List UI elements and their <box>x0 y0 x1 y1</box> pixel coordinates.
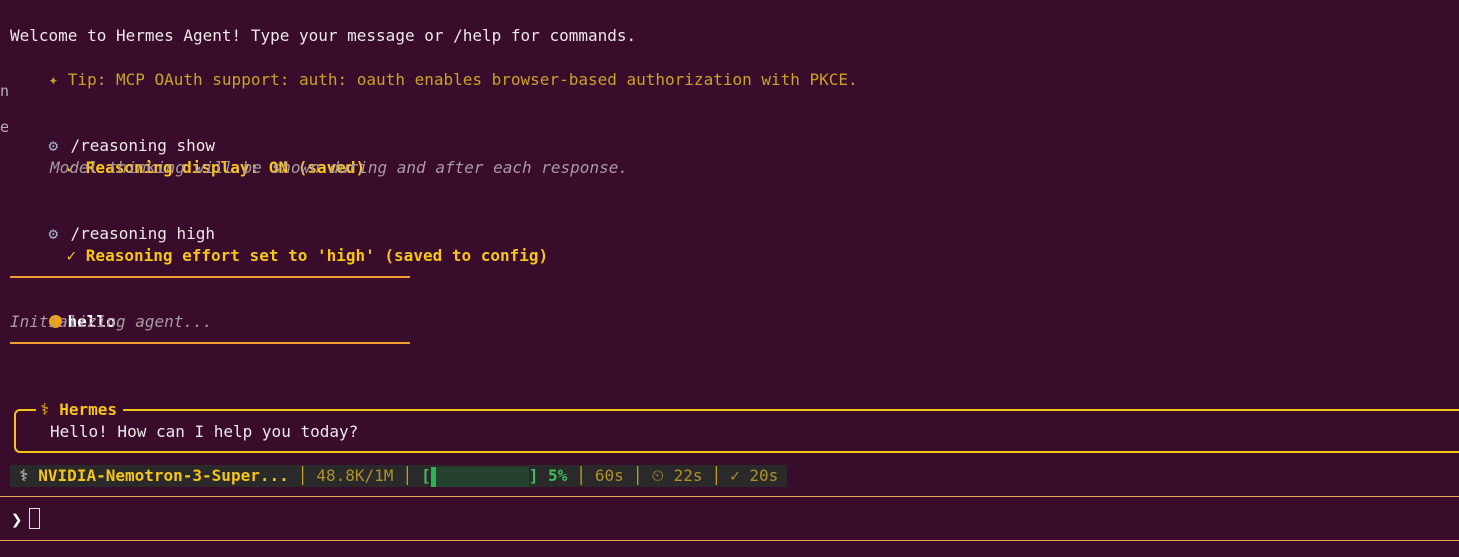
status-separator: │ <box>402 466 413 485</box>
user-turn-bottom-rule <box>10 342 410 344</box>
input-cursor[interactable] <box>29 508 40 529</box>
completed-time: ✓ 20s <box>730 466 779 485</box>
user-message-line: hello <box>10 289 116 331</box>
context-usage: [] 5% <box>412 465 576 487</box>
progress-bracket-close: ] <box>528 466 539 485</box>
status-separator: │ <box>576 466 586 485</box>
terminal-window: n ef Welcome to Hermes Agent! Type your … <box>0 0 1459 557</box>
model-name: ⚕ NVIDIA-Nemotron-3-Super... <box>10 465 298 487</box>
status-separator: │ <box>297 466 308 485</box>
status-separator: │ <box>632 466 643 485</box>
prompt-bottom-rule <box>0 540 1459 541</box>
timeout-value: 60s <box>594 466 624 485</box>
user-turn-top-rule <box>10 276 410 278</box>
tip-text: ✦ Tip: MCP OAuth support: auth: oauth en… <box>48 70 858 89</box>
context-progress-bar <box>430 466 529 487</box>
clipped-text-fragment: n <box>0 82 10 100</box>
status-bar: ⚕ NVIDIA-Nemotron-3-Super... │ 48.8K/1M … <box>10 465 788 487</box>
token-count: 48.8K/1M <box>316 466 394 485</box>
context-percent: 5% <box>548 466 568 485</box>
command-detail: Model thinking will be shown during and … <box>50 158 628 177</box>
status-separator: │ <box>711 466 722 485</box>
result-text: ✓ Reasoning effort set to 'high' (saved … <box>66 246 549 265</box>
tip-line: ✦ Tip: MCP OAuth support: auth: oauth en… <box>10 47 858 89</box>
clipped-text-fragment: ef <box>0 118 10 136</box>
hermes-response-text: Hello! How can I help you today? <box>50 422 359 441</box>
caduceus-icon: ⚕ <box>19 466 29 485</box>
command-result: ✓ Reasoning display: ON (saved) <box>28 135 366 177</box>
command-result: ✓ Reasoning effort set to 'high' (saved … <box>28 223 549 265</box>
prompt-chevron-icon: ❯ <box>11 509 23 531</box>
welcome-message: Welcome to Hermes Agent! Type your messa… <box>10 26 637 45</box>
prompt-top-rule <box>0 496 1459 497</box>
elapsed-timer: ⏲ 22s <box>651 466 703 485</box>
command-entry: ⚙/reasoning show <box>10 113 216 155</box>
model-label: NVIDIA-Nemotron-3-Super... <box>38 466 289 485</box>
hermes-response-title: ⚕ Hermes <box>36 399 124 421</box>
context-progress-fill <box>430 466 436 487</box>
command-entry: ⚙/reasoning high <box>10 201 216 243</box>
agent-init-status: Initializing agent... <box>10 312 213 331</box>
progress-bracket-open: [ <box>421 466 431 485</box>
